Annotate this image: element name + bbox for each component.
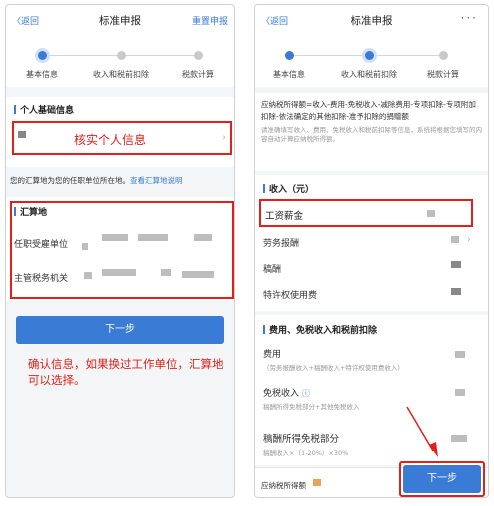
expense-row[interactable]: 费用 （劳务报酬收入+稿酬收入+特许权使用费收入） [263, 347, 404, 372]
formula-card: 应纳税所得额=收入-费用-免税收入-减除费用-专项扣除-专项附加扣除-依法确定的… [255, 93, 488, 171]
step-label-income: 收入和税前扣除 [93, 70, 149, 79]
back-button[interactable]: 〈返回 [261, 14, 288, 27]
section-deduct-header: 费用、免税收入和税前扣除 [263, 323, 377, 336]
right-screen: 〈返回 标准申报 ··· 基本信息 收入和税前扣除 税款计算 应纳税所得额=收入… [254, 4, 489, 498]
labor-label: 劳务报酬 [263, 239, 300, 249]
progress-steps: 基本信息 收入和税前扣除 税款计算 [255, 35, 488, 87]
royalty-label: 稿酬 [263, 265, 282, 275]
royalty-exempt-hint: 稿酬收入×（1-20%）×30% [263, 449, 349, 457]
license-value [451, 288, 461, 295]
step-label-tax: 税款计算 [427, 70, 459, 79]
royalty-value [451, 261, 461, 268]
notice-text: 您的汇算地为您的任职单位所在地。 [10, 176, 130, 185]
page-title: 标准申报 [99, 14, 141, 27]
salary-row[interactable]: 工资薪金 [259, 199, 473, 227]
arrow-annotation [406, 406, 438, 457]
settle-notice: 您的汇算地为您的任职单位所在地。查看汇算地说明 [10, 175, 234, 186]
tax-office-value [84, 272, 92, 279]
salary-label: 工资薪金 [265, 211, 304, 222]
chevron-right-icon: › [467, 235, 471, 245]
left-screen: 〈返回 标准申报 重置申报 基本信息 收入和税前扣除 税款计算 个人基础信息 核… [5, 4, 235, 498]
step-label-basic: 基本信息 [273, 70, 305, 79]
expense-label: 费用 [263, 350, 282, 360]
section-income-title: 收入（元） [269, 185, 315, 195]
formula-hint: 请准确填写收入、费用、免税收入和税前扣除等信息，系统将根据您填写的内容自动计算应… [261, 126, 482, 143]
reset-declaration-button[interactable]: 重置申报 [192, 14, 228, 27]
salary-value [427, 210, 435, 217]
top-nav-bar: 〈返回 标准申报 重置申报 [6, 5, 234, 35]
section-income-header: 收入（元） [263, 182, 314, 195]
taxable-income-label: 应纳税所得额 [261, 481, 306, 490]
next-button[interactable]: 下一步 [403, 465, 481, 493]
step-label-tax: 税款计算 [182, 70, 214, 79]
exempt-label: 免税收入 [263, 389, 300, 399]
step-dot [439, 51, 448, 60]
exempt-row[interactable]: 免税收入 ⓘ 稿酬所得免税部分+其他免税收入 [263, 386, 359, 411]
exempt-hint: 稿酬所得免税部分+其他免税收入 [263, 403, 360, 411]
section-personal-header: 个人基础信息 [14, 103, 74, 116]
expense-hint: （劳务报酬收入+稿酬收入+特许权使用费收入） [263, 364, 404, 372]
section-deduct-title: 费用、免税收入和税前扣除 [269, 326, 378, 336]
section-personal-title: 个人基础信息 [20, 106, 75, 116]
step-dot-done [285, 51, 294, 60]
settle-highlight [10, 201, 234, 299]
back-button[interactable]: 〈返回 [12, 14, 39, 27]
royalty-exempt-value [451, 435, 467, 442]
step-label-basic: 基本信息 [26, 70, 58, 79]
step-label-income: 收入和税前扣除 [341, 70, 397, 79]
employer-value [82, 243, 88, 250]
royalty-row[interactable]: 稿酬 [263, 262, 281, 275]
formula-text: 应纳税所得额=收入-费用-免税收入-减除费用-专项扣除-专项附加扣除-依法确定的… [261, 100, 476, 121]
step-dot [117, 51, 126, 60]
exempt-value [455, 389, 465, 396]
employer-label: 任职受雇单位 [14, 240, 69, 250]
next-button[interactable]: 下一步 [16, 316, 224, 344]
annotation-confirm: 确认信息，如果换过工作单位，汇算地可以选择。 [28, 357, 224, 387]
step-dot-active [365, 51, 374, 60]
royalty-exempt-row[interactable]: 稿酬所得免税部分 稿酬收入×（1-20%）×30% [263, 431, 348, 457]
step-dot-active [38, 51, 47, 60]
license-row[interactable]: 特许权使用费 [263, 288, 317, 301]
help-icon[interactable]: ⓘ [302, 389, 310, 398]
royalty-exempt-label: 稿酬所得免税部分 [263, 434, 340, 445]
progress-steps: 基本信息 收入和税前扣除 税款计算 [6, 35, 234, 87]
tax-office-label: 主管税务机关 [14, 274, 69, 284]
tax-office-row[interactable]: 主管税务机关 [14, 271, 68, 284]
labor-row[interactable]: 劳务报酬 [263, 236, 299, 249]
annotation-verify: 核实个人信息 [74, 133, 147, 147]
labor-value [451, 236, 459, 243]
taxable-income-value [313, 479, 321, 486]
personal-info-row[interactable]: 核实个人信息 › [12, 121, 232, 155]
step-dot [194, 51, 203, 60]
license-label: 特许权使用费 [263, 291, 318, 301]
chevron-right-icon: › [222, 133, 226, 143]
top-nav-bar: 〈返回 标准申报 ··· [255, 5, 488, 35]
notice-link[interactable]: 查看汇算地说明 [130, 176, 183, 185]
employer-row[interactable]: 任职受雇单位 [14, 237, 68, 250]
expense-value [455, 351, 465, 358]
page-title: 标准申报 [350, 14, 393, 27]
more-icon[interactable]: ··· [461, 11, 478, 25]
